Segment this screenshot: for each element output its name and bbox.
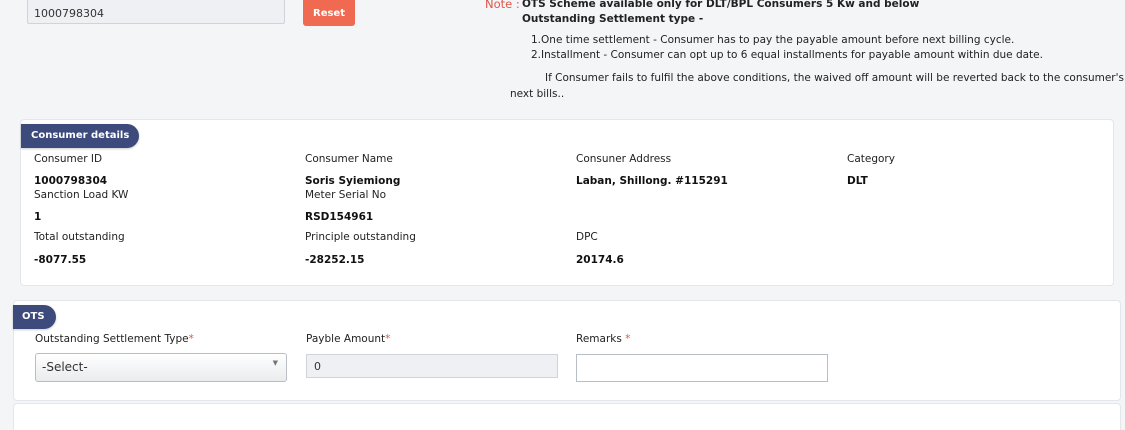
principle-outstanding-value: -28252.15: [305, 254, 365, 266]
consumer-details-title: Consumer details: [21, 124, 140, 148]
consumer-id-label: Consumer ID: [34, 153, 103, 165]
consumer-id-input[interactable]: 1000798304: [27, 0, 285, 24]
payable-amount-label-text: Payble Amount: [306, 333, 386, 345]
remarks-label: Remarks *: [576, 333, 630, 345]
note-line-4: 2.Installment - Consumer can opt up to 6…: [531, 49, 1043, 61]
required-mark: *: [625, 333, 631, 345]
ots-title: OTS: [13, 305, 56, 329]
bottom-card: [13, 403, 1121, 430]
settlement-type-selected: -Select-: [42, 360, 88, 374]
consumer-address-label: Consuner Address: [576, 153, 672, 165]
reset-button[interactable]: Reset: [303, 0, 355, 26]
settlement-type-select[interactable]: -Select- ▼: [35, 353, 287, 382]
payable-amount-label: Payble Amount*: [306, 333, 390, 345]
settlement-type-label-text: Outstanding Settlement Type: [35, 333, 189, 345]
note-line-1: OTS Scheme available only for DLT/BPL Co…: [522, 0, 920, 10]
consumer-name-value: Soris Syiemiong: [305, 175, 401, 187]
settlement-type-label: Outstanding Settlement Type*: [35, 333, 194, 345]
remarks-label-text: Remarks: [576, 333, 626, 345]
dpc-value: 20174.6: [576, 254, 624, 266]
sanction-load-value: 1: [34, 211, 42, 223]
payable-amount-field[interactable]: 0: [306, 354, 558, 378]
dpc-label: DPC: [576, 231, 598, 243]
note-line-6: next bills..: [510, 88, 565, 100]
note-label: Note :: [485, 0, 520, 11]
remarks-input[interactable]: [576, 354, 828, 382]
chevron-down-icon: ▼: [272, 359, 278, 367]
total-outstanding-value: -8077.55: [34, 254, 87, 266]
note-line-5: If Consumer fails to fulfil the above co…: [545, 72, 1124, 84]
principle-outstanding-label: Principle outstanding: [305, 231, 416, 243]
note-line-3: 1.One time settlement - Consumer has to …: [531, 34, 1015, 46]
consumer-details-card: [20, 119, 1114, 286]
required-mark: *: [188, 333, 194, 345]
consumer-address-value: Laban, Shillong. #115291: [576, 175, 728, 187]
consumer-name-label: Consumer Name: [305, 153, 393, 165]
meter-serial-value: RSD154961: [305, 211, 374, 223]
required-mark: *: [385, 333, 391, 345]
sanction-load-label: Sanction Load KW: [34, 189, 129, 201]
category-value: DLT: [847, 175, 868, 187]
meter-serial-label: Meter Serial No: [305, 189, 387, 201]
search-area: 1000798304 Reset Note : OTS Scheme avail…: [0, 0, 1125, 118]
consumer-id-value: 1000798304: [34, 175, 108, 187]
total-outstanding-label: Total outstanding: [34, 231, 125, 243]
category-label: Category: [847, 153, 895, 165]
ots-card: [13, 300, 1121, 401]
note-line-2: Outstanding Settlement type -: [522, 13, 704, 25]
